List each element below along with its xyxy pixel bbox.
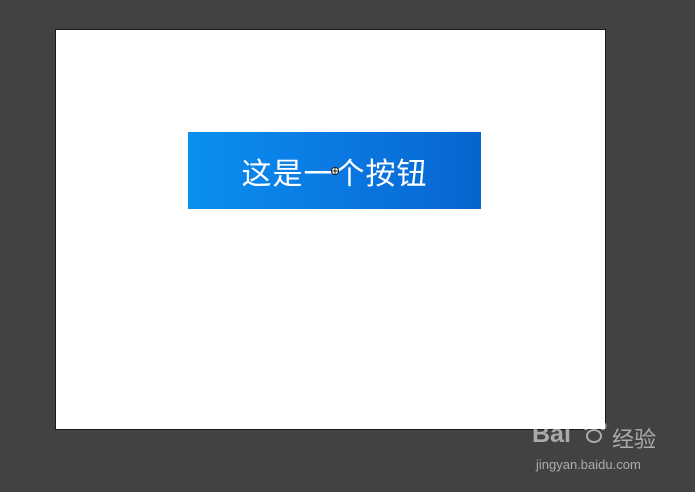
crosshair-anchor-icon bbox=[330, 166, 340, 176]
watermark-cn-text: 经验 bbox=[612, 428, 657, 453]
artboard: 这是一个按钮 bbox=[55, 29, 606, 430]
watermark-url: jingyan.baidu.com bbox=[536, 457, 641, 472]
paw-icon bbox=[582, 417, 607, 443]
watermark-brand: Bai bbox=[532, 420, 571, 448]
baidu-jingyan-watermark: Bai 经验 jingyan.baidu.com bbox=[532, 412, 692, 482]
